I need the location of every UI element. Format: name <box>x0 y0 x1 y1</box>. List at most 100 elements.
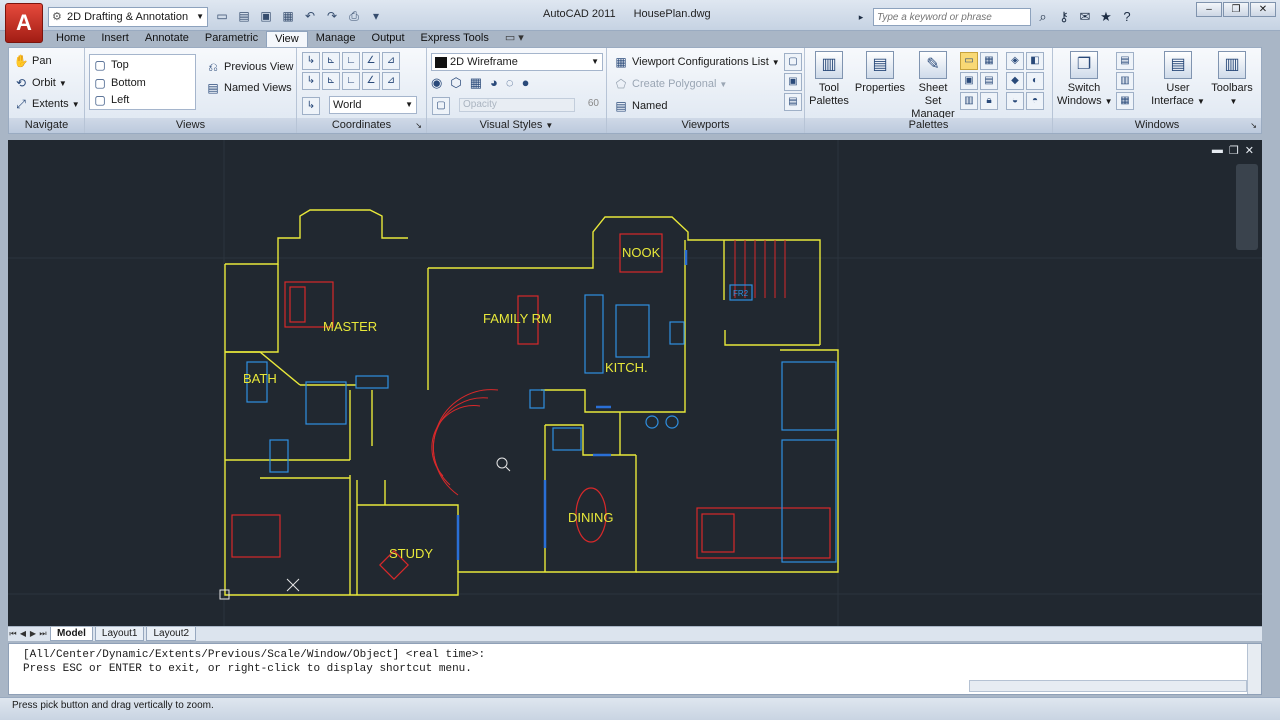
favorites-star-icon[interactable]: ★ <box>1097 8 1115 26</box>
views-list[interactable]: ▢ Top ▢ Bottom ▢ Left <box>89 54 196 110</box>
tab-output[interactable]: Output <box>364 31 413 47</box>
ucs-object-icon[interactable]: ∟ <box>342 72 360 90</box>
restore-icon[interactable]: ❐ <box>1223 2 1249 17</box>
undo-icon[interactable]: ↶ <box>301 8 319 25</box>
vertical-scrollbar[interactable] <box>1247 644 1261 694</box>
extents-button[interactable]: ⤢ Extents ▼ <box>13 94 79 114</box>
minimize-icon[interactable]: ▬ <box>1212 144 1223 157</box>
tile-vertical-icon[interactable]: ▥ <box>1116 72 1134 90</box>
save-as-icon[interactable]: ▦ <box>279 8 297 25</box>
ucs-view-icon[interactable]: ⊾ <box>322 72 340 90</box>
layers-icon[interactable]: ◧ <box>1026 52 1044 70</box>
close-icon[interactable]: ✕ <box>1250 2 1276 17</box>
horizontal-scrollbar[interactable] <box>969 680 1247 692</box>
xray-icon[interactable]: ▦ <box>470 75 482 91</box>
new-file-icon[interactable]: ▭ <box>213 8 231 25</box>
command-line[interactable]: [All/Center/Dynamic/Extents/Previous/Sca… <box>8 643 1262 695</box>
open-folder-icon[interactable]: ▤ <box>235 8 253 25</box>
ucs-z-icon[interactable]: ⊿ <box>382 52 400 70</box>
markup-icon[interactable]: ▤ <box>980 72 998 90</box>
tab-parametric[interactable]: Parametric <box>197 31 266 47</box>
next-tab-icon[interactable]: ▶ <box>28 627 38 641</box>
sheet-icon[interactable]: ◈ <box>1006 52 1024 70</box>
restore-icon[interactable]: ❐ <box>1229 144 1239 157</box>
named-viewports-button[interactable]: ▤ Named <box>613 96 667 116</box>
search-toggle-icon[interactable]: ▸ <box>852 8 870 26</box>
workspace-dropdown[interactable]: ⚙ 2D Drafting & Annotation ▼ <box>48 7 208 27</box>
switch-windows-button[interactable]: ❐ Switch Windows ▼ <box>1057 51 1113 108</box>
ucs-origin-icon[interactable]: ↳ <box>302 72 320 90</box>
tab-express-tools[interactable]: Express Tools <box>413 31 497 47</box>
close-icon[interactable]: ✕ <box>1245 144 1254 157</box>
calculator-icon[interactable]: ▦ <box>980 52 998 70</box>
command-line-icon[interactable]: ▭ <box>960 52 978 70</box>
dialog-launcher-icon[interactable]: ↘ <box>1250 118 1257 133</box>
named-views-button[interactable]: ▤ Named Views <box>205 78 291 98</box>
lights-icon[interactable]: ◌ <box>506 75 514 91</box>
shadow-icon[interactable]: ⬡ <box>450 75 461 91</box>
plot-icon[interactable]: ⎙ <box>345 8 363 25</box>
binoculars-icon[interactable]: ⌕ <box>1034 8 1052 26</box>
first-tab-icon[interactable]: ⏮ <box>8 627 18 641</box>
tab-insert[interactable]: Insert <box>93 31 137 47</box>
viewport-join-icon[interactable]: ▢ <box>784 53 802 71</box>
ribbon-minimize-icon[interactable]: ▭ ▾ <box>497 31 524 47</box>
tab-model[interactable]: Model <box>50 627 93 641</box>
pan-button[interactable]: ✋ Pan <box>13 51 52 71</box>
qat-dropdown-icon[interactable]: ▾ <box>367 8 385 25</box>
ucs-face-icon[interactable]: ∠ <box>362 72 380 90</box>
opacity-slider[interactable]: ▢ Opacity 60 <box>431 97 603 115</box>
ucs-dropdown[interactable]: World ▼ <box>329 96 417 114</box>
key-icon[interactable]: ⚷ <box>1055 8 1073 26</box>
tab-layout1[interactable]: Layout1 <box>94 627 145 641</box>
communication-icon[interactable]: ✉ <box>1076 8 1094 26</box>
search-input[interactable] <box>873 8 1031 26</box>
ucs-3point-icon[interactable]: ⊿ <box>382 72 400 90</box>
ucs-named-icon[interactable]: ↳ <box>302 97 320 115</box>
render-icon[interactable]: ● <box>522 75 530 91</box>
viewport-config-button[interactable]: ▦ Viewport Configurations List ▼ <box>613 52 779 72</box>
dialog-launcher-icon[interactable]: ↘ <box>415 118 422 133</box>
tab-annotate[interactable]: Annotate <box>137 31 197 47</box>
edge-effects-icon[interactable]: ◉ <box>431 75 442 91</box>
lights-palette-icon[interactable]: ◐ <box>1026 72 1044 90</box>
minimize-icon[interactable]: – <box>1196 2 1222 17</box>
last-tab-icon[interactable]: ⏭ <box>38 627 48 641</box>
tab-layout2[interactable]: Layout2 <box>146 627 197 641</box>
sheet-set-manager-button[interactable]: ✎ Sheet Set Manager <box>909 51 957 121</box>
drawing-area[interactable]: MASTER FAMILY RM NOOK KITCH. BATH STUDY … <box>8 140 1262 626</box>
view-item[interactable]: ▢ Top <box>92 56 128 73</box>
floor-plan-drawing[interactable]: MASTER FAMILY RM NOOK KITCH. BATH STUDY … <box>8 140 1262 626</box>
help-icon[interactable]: ? <box>1118 8 1136 26</box>
ucs-y-icon[interactable]: ∠ <box>362 52 380 70</box>
user-interface-button[interactable]: ▤ User Interface ▼ <box>1151 51 1205 108</box>
tile-horizontal-icon[interactable]: ▦ <box>1116 92 1134 110</box>
orbit-button[interactable]: ⟲ Orbit ▼ <box>13 73 67 93</box>
ucs-icon[interactable]: ↳ <box>302 52 320 70</box>
create-polygonal-button[interactable]: ⬠ Create Polygonal ▼ <box>613 74 728 94</box>
view-item[interactable]: ▢ Left <box>92 91 129 108</box>
material-icon[interactable]: ◕ <box>490 75 498 91</box>
cascade-icon[interactable]: ▤ <box>1116 52 1134 70</box>
view-item[interactable]: ▢ Bottom <box>92 74 146 91</box>
previous-view-button[interactable]: ⎌ Previous View <box>205 57 293 77</box>
tool-palettes-button[interactable]: ▥ Tool Palettes <box>807 51 851 108</box>
toolbars-button[interactable]: ▥ Toolbars ▼ <box>1207 51 1257 108</box>
redo-icon[interactable]: ↷ <box>323 8 341 25</box>
ucs-x-icon[interactable]: ∟ <box>342 52 360 70</box>
tab-home[interactable]: Home <box>48 31 93 47</box>
visual-styles-icon[interactable]: ◒ <box>1006 92 1024 110</box>
properties-button[interactable]: ▤ Properties <box>851 51 909 95</box>
render-palette-icon[interactable]: ◓ <box>1026 92 1044 110</box>
visual-styles-title[interactable]: Visual Styles <box>480 119 543 131</box>
prev-tab-icon[interactable]: ◀ <box>18 627 28 641</box>
save-icon[interactable]: ▣ <box>257 8 275 25</box>
ucs-world-icon[interactable]: ⊾ <box>322 52 340 70</box>
dbconnect-icon[interactable]: ▥ <box>960 92 978 110</box>
lock-icon[interactable]: 🔒︎ <box>980 92 998 110</box>
visual-style-dropdown[interactable]: 2D Wireframe ▼ <box>431 53 603 71</box>
application-menu-button[interactable]: A <box>5 3 43 43</box>
navigation-bar[interactable] <box>1236 164 1258 250</box>
tab-manage[interactable]: Manage <box>308 31 364 47</box>
tab-view[interactable]: View <box>266 31 308 47</box>
